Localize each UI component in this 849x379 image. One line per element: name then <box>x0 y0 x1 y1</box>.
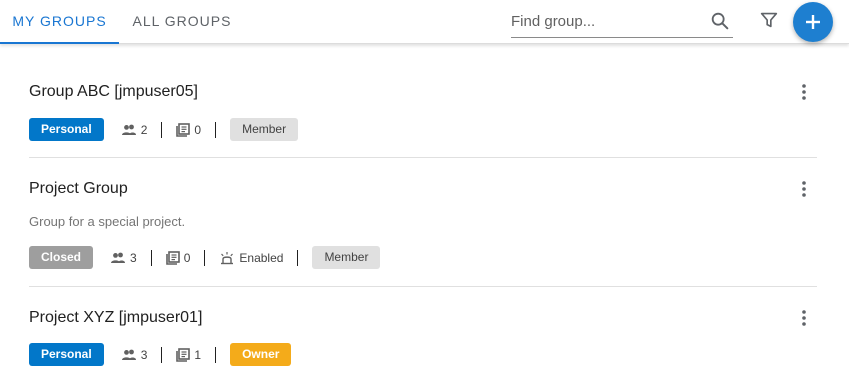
people-icon <box>111 252 126 263</box>
group-type-badge: Personal <box>29 118 104 141</box>
separator <box>204 249 206 266</box>
group-meta: Personal 2 0 Member <box>29 118 299 141</box>
group-card[interactable]: Group ABC [jmpuser05] Personal 2 0 Membe… <box>29 80 817 150</box>
member-count: 2 <box>121 118 148 141</box>
notification-status: Enabled <box>219 246 283 269</box>
document-list-icon <box>165 250 180 265</box>
top-bar: MY GROUPS ALL GROUPS <box>0 0 849 44</box>
member-count-value: 3 <box>140 347 148 362</box>
group-type-badge: Personal <box>29 343 104 366</box>
people-icon <box>121 124 136 135</box>
people-icon <box>121 349 136 360</box>
search-input[interactable] <box>511 6 701 36</box>
separator <box>161 346 163 363</box>
role-badge: Owner <box>230 343 292 366</box>
more-vert-icon[interactable] <box>801 83 807 101</box>
separator <box>161 121 163 138</box>
group-meta: Closed 3 0 Enabled Member <box>29 246 381 269</box>
search-box <box>511 6 733 38</box>
separator <box>150 249 152 266</box>
separator <box>215 121 217 138</box>
annotation-count: 0 <box>176 118 201 141</box>
group-card[interactable]: Project XYZ [jmpuser01] Personal 3 1 Own… <box>29 306 817 376</box>
annotation-count: 0 <box>165 246 191 269</box>
active-tab-indicator <box>0 42 119 44</box>
divider <box>29 157 817 158</box>
more-vert-icon[interactable] <box>801 180 807 198</box>
member-count-value: 2 <box>140 122 148 137</box>
notification-status-value: Enabled <box>239 250 284 265</box>
filter-icon[interactable] <box>758 9 780 31</box>
document-list-icon <box>176 122 191 137</box>
group-name[interactable]: Group ABC [jmpuser05] <box>29 83 198 101</box>
separator <box>297 249 299 266</box>
document-list-icon <box>176 347 191 362</box>
group-name[interactable]: Project Group <box>29 180 128 198</box>
annotation-count: 1 <box>176 343 201 366</box>
role-badge: Member <box>312 246 381 269</box>
group-name[interactable]: Project XYZ [jmpuser01] <box>29 309 202 327</box>
member-count: 3 <box>110 246 137 269</box>
separator <box>215 346 217 363</box>
group-card[interactable]: Project Group Group for a special projec… <box>29 177 817 277</box>
divider <box>29 286 817 287</box>
member-count: 3 <box>121 343 148 366</box>
role-badge: Member <box>230 118 299 141</box>
tab-my-groups[interactable]: MY GROUPS <box>0 0 119 44</box>
more-vert-icon[interactable] <box>801 309 807 327</box>
plus-icon <box>806 15 820 29</box>
add-group-button[interactable] <box>793 2 833 42</box>
tab-all-groups[interactable]: ALL GROUPS <box>119 0 245 44</box>
search-icon[interactable] <box>709 10 731 32</box>
group-meta: Personal 3 1 Owner <box>29 343 292 366</box>
annotation-count-value: 0 <box>183 250 191 265</box>
annotation-count-value: 1 <box>194 347 202 362</box>
annotation-count-value: 0 <box>194 122 202 137</box>
group-type-badge: Closed <box>29 246 94 269</box>
group-description: Group for a special project. <box>29 214 186 229</box>
alarm-light-icon <box>221 251 234 264</box>
member-count-value: 3 <box>130 250 137 265</box>
